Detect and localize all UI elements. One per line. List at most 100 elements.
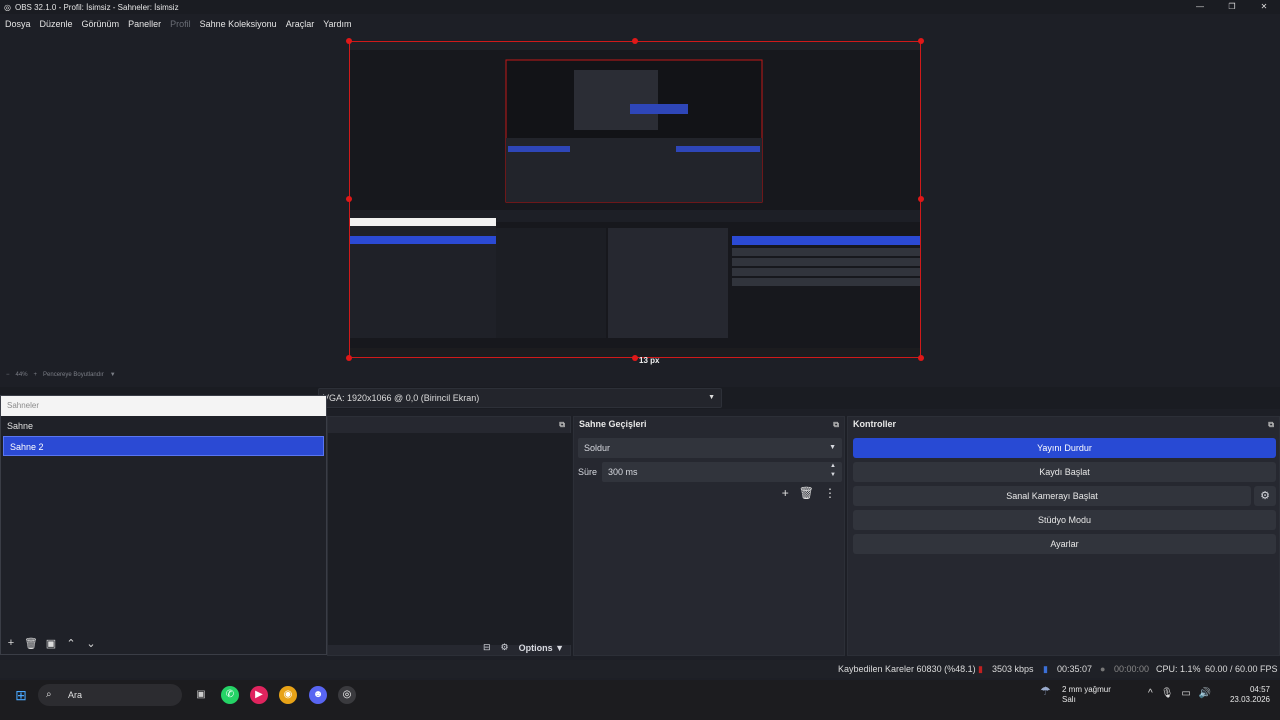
duration-input[interactable]: 300 ms ▲ ▼ [602, 462, 842, 482]
scene-item-selected[interactable]: Sahne 2 [3, 436, 324, 456]
title-bar: ◎ OBS 32.1.0 - Profil: İsimsiz - Sahnele… [0, 0, 1280, 14]
studio-mode-button[interactable]: Stüdyo Modu [853, 510, 1276, 530]
weather-widget[interactable]: ☂ 2 mm yağmur Salı [1040, 685, 1111, 705]
filter-icon[interactable]: ▣ [41, 637, 61, 650]
controls-dock: Kontroller ⧉ Yayını Durdur Kaydı Başlat S… [847, 416, 1280, 656]
app-icon: ◎ [4, 2, 11, 12]
start-record-button[interactable]: Kaydı Başlat [853, 462, 1276, 482]
resize-handle[interactable] [632, 355, 638, 361]
transition-select[interactable]: Soldur ▼ [578, 438, 842, 458]
windows-start-icon[interactable]: ⊞ [12, 686, 30, 704]
menu-help[interactable]: Yardım [323, 19, 351, 29]
display-select[interactable]: VGA: 1920x1066 @ 0,0 (Birincil Ekran) ▼ [318, 388, 722, 408]
monitor-icon[interactable]: ▭ [1181, 688, 1190, 699]
volume-icon[interactable]: 🔊 [1199, 688, 1211, 699]
add-icon[interactable]: + [782, 486, 789, 500]
scenes-toolbar: + 🗑 ▣ ⌃ ⌄ [1, 637, 101, 650]
zoom-in-icon[interactable]: + [34, 372, 38, 378]
duration-label: Süre [578, 467, 598, 477]
display-select-value: VGA: 1920x1066 @ 0,0 (Birincil Ekran) [323, 393, 480, 403]
sources-list[interactable] [328, 433, 572, 645]
record-time: 00:00:00 [1114, 664, 1150, 674]
microphone-icon[interactable]: 🎙 [1161, 688, 1174, 699]
nested-preview-image [350, 42, 920, 357]
taskbar-clock[interactable]: 04:57 23.03.2026 [1228, 685, 1270, 705]
media-player-icon[interactable]: ▶ [250, 686, 268, 704]
window-controls: — ❐ ✕ [1184, 0, 1280, 14]
clock-time: 04:57 [1249, 685, 1270, 694]
minimize-icon[interactable]: — [1184, 0, 1216, 14]
maximize-icon[interactable]: ❐ [1216, 0, 1248, 14]
virtual-camera-button[interactable]: Sanal Kamerayı Başlat [853, 486, 1251, 506]
cpu-usage: CPU: 1.1% [1156, 664, 1201, 674]
chevron-down-icon[interactable]: ▼ [110, 372, 116, 378]
settings-button[interactable]: Ayarlar [853, 534, 1276, 554]
resize-handle[interactable] [918, 38, 924, 44]
zoom-level: 44% [15, 372, 28, 378]
gear-icon[interactable]: ⚙ [1254, 486, 1276, 506]
add-icon[interactable]: + [1, 637, 21, 650]
controls-title: Kontroller ⧉ [848, 417, 1279, 432]
chevron-up-icon[interactable]: ^ [1148, 688, 1153, 699]
gear-icon[interactable]: ⚙ [501, 642, 509, 653]
fit-to-window-label[interactable]: Pencereye Boyutlandır [43, 372, 104, 378]
resize-handle[interactable] [346, 38, 352, 44]
scenes-dock: Sahneler Sahne Sahne 2 + 🗑 ▣ ⌃ ⌄ [0, 395, 327, 655]
fps: 60.00 / 60.00 FPS [1205, 664, 1278, 674]
stop-stream-button[interactable]: Yayını Durdur [853, 438, 1276, 458]
weather-text: 2 mm yağmur [1062, 685, 1111, 694]
menu-edit[interactable]: Düzenle [40, 19, 73, 29]
transition-select-value: Soldur [584, 443, 611, 453]
system-tray: ^ 🎙 ▭ 🔊 [1148, 688, 1211, 699]
layout-icon[interactable]: ⊟ [483, 642, 491, 653]
resize-handle[interactable] [346, 355, 352, 361]
weather-day: Salı [1062, 695, 1076, 704]
scenes-header: Sahneler [1, 396, 326, 416]
zoom-out-icon[interactable]: − [6, 372, 10, 378]
bitrate: 3503 kbps [992, 664, 1034, 674]
menu-docks[interactable]: Paneller [128, 19, 161, 29]
chevron-down-icon: ▼ [829, 444, 836, 451]
stream-icon: ▮ [1043, 664, 1048, 674]
status-bar: Kaybedilen Kareler 60830 (%48.1) ▮ 3503 … [0, 660, 1280, 678]
chrome-icon[interactable]: ◉ [279, 686, 297, 704]
taskbar-search[interactable]: ⌕ Ara [38, 684, 182, 706]
resize-handle[interactable] [918, 355, 924, 361]
menu-view[interactable]: Görünüm [82, 19, 120, 29]
taskbar-search-label: Ara [68, 690, 83, 700]
spinner-icon[interactable]: ▲ ▼ [830, 462, 836, 480]
sources-header: ⧉ [328, 417, 570, 432]
whatsapp-icon[interactable]: ✆ [221, 686, 239, 704]
scene-item[interactable]: Sahne [1, 416, 326, 436]
transform-distance-label: 13 px [639, 356, 660, 365]
close-icon[interactable]: ✕ [1248, 0, 1280, 14]
chevron-down-icon: ▼ [708, 394, 715, 401]
obs-icon[interactable]: ◎ [338, 686, 356, 704]
more-icon[interactable]: ⋮ [824, 486, 836, 500]
undock-icon[interactable]: ⧉ [833, 417, 839, 432]
menu-file[interactable]: Dosya [5, 19, 31, 29]
zoom-bar: − 44% + Pencereye Boyutlandır ▼ [0, 369, 1280, 381]
trash-icon[interactable]: 🗑 [799, 486, 814, 500]
transitions-toolbar: + 🗑 ⋮ [782, 486, 836, 500]
resize-handle[interactable] [918, 196, 924, 202]
menu-scene-collection[interactable]: Sahne Koleksiyonu [200, 19, 277, 29]
menu-bar: Dosya Düzenle Görünüm Paneller Profil Sa… [0, 16, 1280, 32]
options-button[interactable]: Options ▼ [519, 643, 564, 653]
undock-icon[interactable]: ⧉ [1268, 417, 1274, 432]
undock-icon[interactable]: ⧉ [559, 417, 565, 432]
clock-date: 23.03.2026 [1229, 695, 1270, 704]
window-title: OBS 32.1.0 - Profil: İsimsiz - Sahneler:… [14, 2, 179, 12]
display-capture-preview[interactable] [349, 41, 921, 358]
trash-icon[interactable]: 🗑 [21, 637, 41, 650]
resize-handle[interactable] [346, 196, 352, 202]
discord-icon[interactable]: ☻ [309, 686, 327, 704]
task-view-icon[interactable]: ▣ [192, 686, 210, 704]
resize-handle[interactable] [632, 38, 638, 44]
menu-tools[interactable]: Araçlar [286, 19, 315, 29]
duration-value: 300 ms [608, 467, 638, 477]
menu-profile[interactable]: Profil [170, 19, 191, 29]
chevron-down-icon[interactable]: ⌄ [81, 637, 101, 650]
transitions-dock: Sahne Geçişleri ⧉ Soldur ▼ Süre 300 ms ▲ ▼… [573, 416, 845, 656]
chevron-up-icon[interactable]: ⌃ [61, 637, 81, 650]
